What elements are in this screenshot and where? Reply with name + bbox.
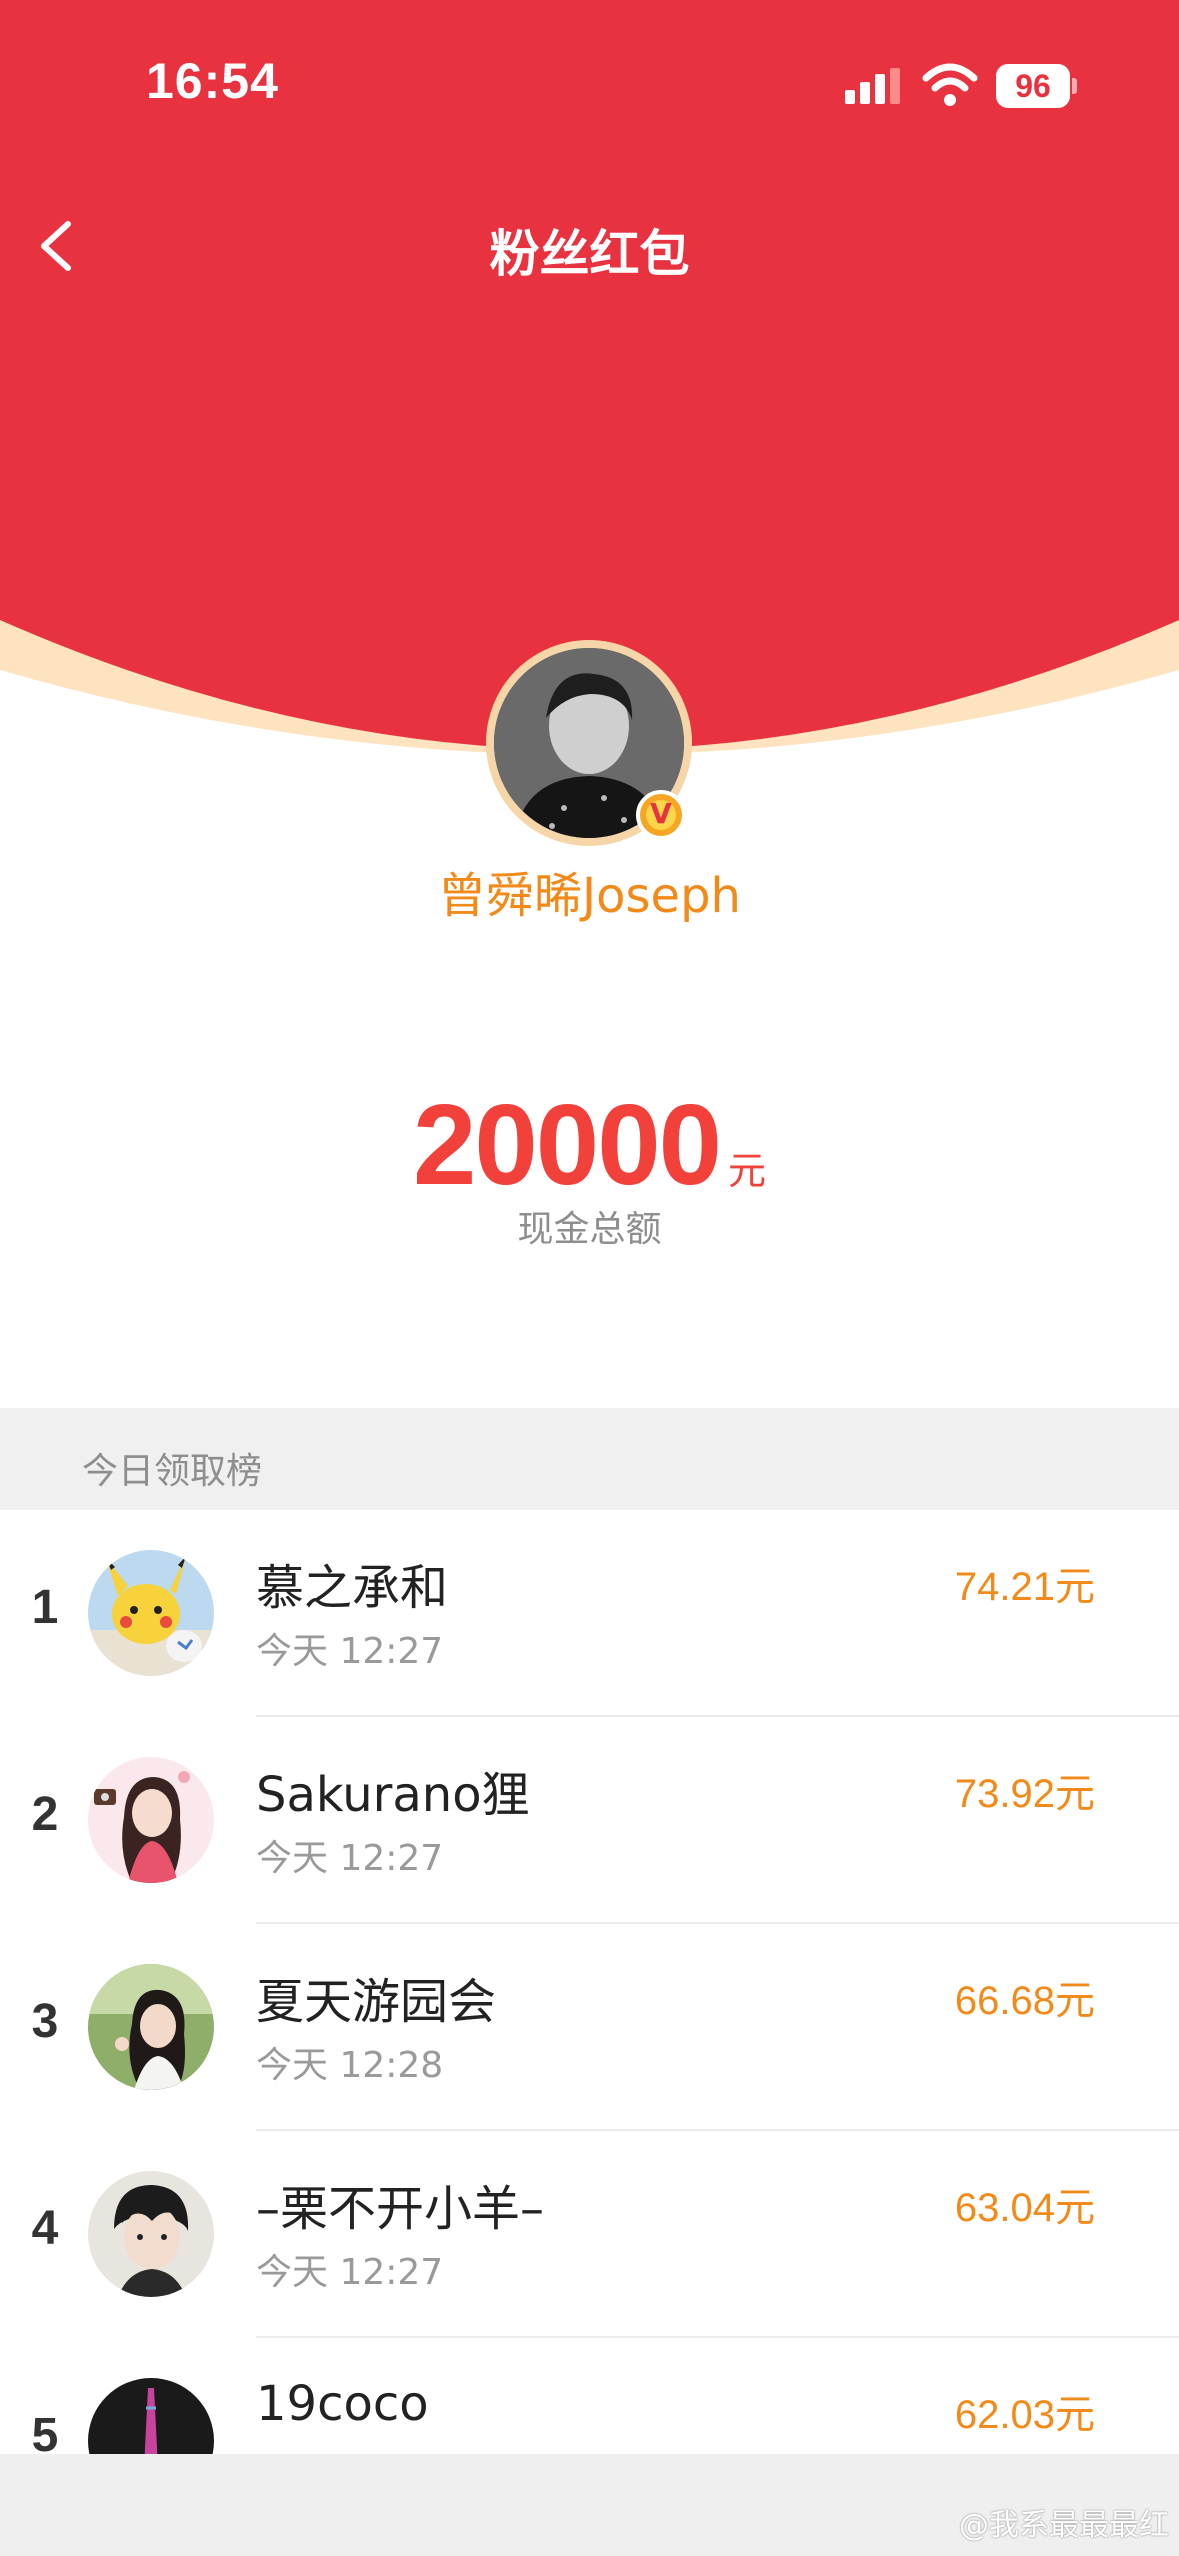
claim-amount: 66.68元 <box>954 1978 1095 2024</box>
total-amount: 20000 元 <box>0 1080 1179 1211</box>
total-amount-label: 现金总额 <box>517 1209 662 1250</box>
claim-time: 今天 12:27 <box>256 1838 444 1879</box>
user-name: Sakurano狸 <box>256 1767 530 1823</box>
user-avatar[interactable] <box>88 1964 214 2090</box>
rank-number: 4 <box>31 2202 59 2255</box>
list-item[interactable]: 4 –栗不开小羊– 今天 12:27 63.04元 <box>0 2131 1179 2338</box>
list-item[interactable]: 3 夏天游园会 今天 12:28 66.68元 <box>0 1924 1179 2131</box>
status-time: 16:54 <box>146 53 279 109</box>
user-avatar[interactable] <box>88 1550 214 1676</box>
total-amount-unit: 元 <box>728 1149 767 1193</box>
battery-level: 96 <box>996 64 1070 108</box>
wifi-icon <box>922 63 978 106</box>
rank-number: 2 <box>31 1788 59 1841</box>
rank-number: 1 <box>31 1581 59 1634</box>
claim-time: 今天 12:27 <box>256 1631 444 1672</box>
list-item[interactable]: 2 Sakurano狸 今天 12:27 73.92元 <box>0 1717 1179 1924</box>
user-name: 19coco <box>256 2376 429 2432</box>
user-avatar[interactable] <box>88 2171 214 2297</box>
user-avatar[interactable] <box>88 1757 214 1883</box>
cellular-signal-icon <box>845 68 900 104</box>
watermark: @我系最最最红 <box>959 2508 1169 2543</box>
claim-amount: 74.21元 <box>954 1564 1095 1610</box>
claim-amount: 73.92元 <box>954 1771 1095 1817</box>
battery-indicator: 96 <box>996 64 1078 108</box>
claim-amount: 62.03元 <box>954 2392 1095 2438</box>
rank-number: 3 <box>31 1995 59 2048</box>
user-name: 慕之承和 <box>256 1560 449 1616</box>
page-title: 粉丝红包 <box>489 225 690 283</box>
user-name: –栗不开小羊– <box>256 2181 545 2237</box>
claim-time: 今天 12:27 <box>256 2252 444 2293</box>
claim-amount: 63.04元 <box>954 2185 1095 2231</box>
status-bar: 16:54 96 <box>0 0 1179 160</box>
verified-badge-icon: V <box>636 790 686 840</box>
total-amount-value: 20000 <box>412 1082 722 1209</box>
claim-time: 今天 12:28 <box>256 2045 444 2086</box>
leaderboard-title: 今日领取榜 <box>82 1451 263 1492</box>
list-item[interactable]: 1 慕之承和 今天 12:27 74.21元 <box>0 1510 1179 1717</box>
user-name: 夏天游园会 <box>256 1974 497 2030</box>
creator-name[interactable]: 曾舜晞Joseph <box>0 856 1179 926</box>
